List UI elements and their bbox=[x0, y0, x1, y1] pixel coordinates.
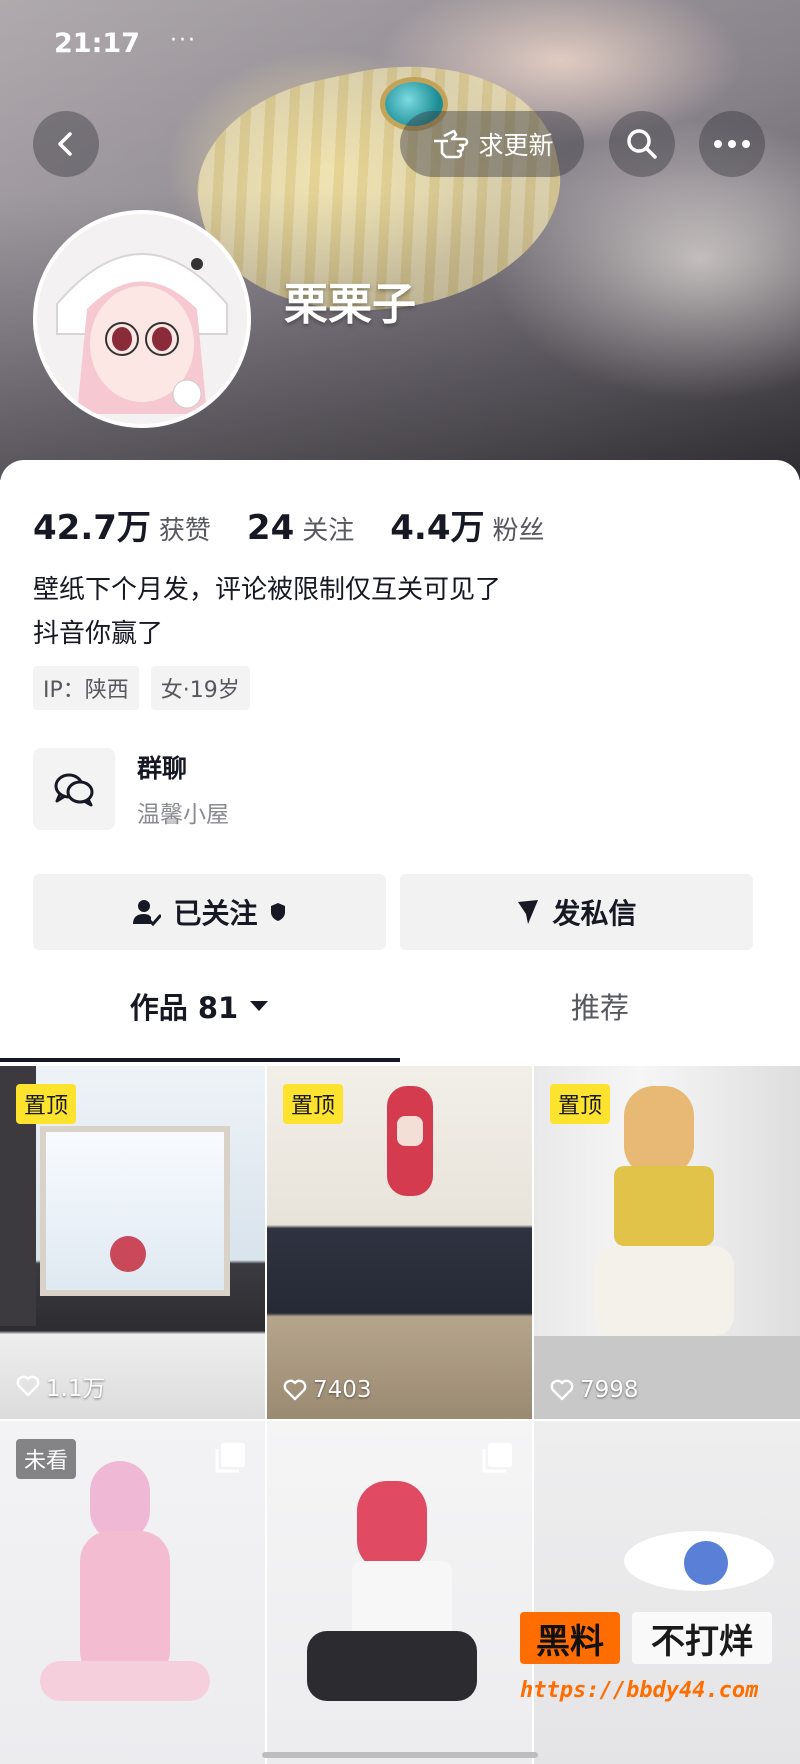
watermark-part2: 不打烊 bbox=[632, 1612, 772, 1664]
more-button[interactable] bbox=[699, 111, 765, 177]
likes-value: 7998 bbox=[580, 1377, 639, 1403]
tab-works[interactable]: 作品 81 bbox=[0, 965, 400, 1047]
chevron-left-icon bbox=[58, 132, 72, 156]
pinned-badge: 置顶 bbox=[550, 1084, 611, 1124]
ip-location-tag: IP：陕西 bbox=[33, 666, 139, 710]
tab-works-label: 作品 81 bbox=[129, 991, 239, 1025]
heart-icon bbox=[16, 1375, 40, 1397]
search-button[interactable] bbox=[609, 111, 675, 177]
likes-value: 7403 bbox=[313, 1377, 372, 1403]
request-update-button[interactable]: 求更新 bbox=[400, 111, 584, 177]
user-check-icon bbox=[133, 900, 162, 926]
back-button[interactable] bbox=[33, 111, 99, 177]
video-thumbnail[interactable]: 未看 bbox=[0, 1421, 265, 1764]
status-dots: ··· bbox=[170, 28, 197, 53]
home-indicator[interactable] bbox=[262, 1752, 538, 1758]
gender-age-tag: 女·19岁 bbox=[150, 666, 250, 710]
group-chat-title: 群聊 bbox=[137, 754, 188, 783]
active-tab-underline bbox=[0, 1058, 400, 1062]
send-message-button[interactable]: 发私信 bbox=[400, 874, 753, 950]
likes-value: 1.1万 bbox=[46, 1376, 106, 1402]
likes-count: 7403 bbox=[283, 1377, 372, 1403]
unseen-badge: 未看 bbox=[16, 1439, 77, 1479]
paper-plane-icon bbox=[518, 900, 539, 924]
followed-button[interactable]: 已关注 bbox=[33, 874, 386, 950]
avatar-illustration bbox=[37, 214, 247, 424]
video-thumbnail[interactable]: 置顶 1.1万 bbox=[0, 1066, 265, 1419]
stat-followers-value: 4.4万 bbox=[390, 508, 485, 548]
watermark: 黑料 不打烊 https://bbdy44.com bbox=[520, 1612, 775, 1732]
video-thumbnail[interactable]: 置顶 7998 bbox=[534, 1066, 800, 1419]
avatar[interactable] bbox=[33, 210, 251, 428]
group-chat-text: 群聊 温馨小屋 bbox=[137, 749, 229, 829]
request-update-label: 求更新 bbox=[478, 131, 554, 160]
group-chat-icon-box bbox=[33, 748, 115, 830]
status-time: 21:17 bbox=[54, 28, 140, 59]
stat-likes-value: 42.7万 bbox=[33, 508, 151, 548]
stat-followers-label: 粉丝 bbox=[492, 516, 545, 546]
watermark-url: https://bbdy44.com bbox=[520, 1678, 759, 1703]
bio-line-1: 壁纸下个月发，评论被限制仅互关可见了 bbox=[33, 575, 502, 605]
profile-tags: IP：陕西 女·19岁 bbox=[33, 666, 250, 710]
multi-image-icon bbox=[482, 1443, 512, 1473]
stat-following[interactable]: 24 关注 bbox=[247, 508, 354, 548]
likes-count: 7998 bbox=[550, 1377, 639, 1403]
stat-following-value: 24 bbox=[246, 508, 295, 548]
pinned-badge: 置顶 bbox=[16, 1084, 77, 1124]
heart-icon bbox=[550, 1379, 574, 1401]
video-thumbnail[interactable]: 置顶 7403 bbox=[267, 1066, 532, 1419]
group-chat-subtitle: 温馨小屋 bbox=[137, 802, 229, 828]
tab-recommend-label: 推荐 bbox=[570, 991, 629, 1025]
stat-likes: 42.7万 获赞 bbox=[33, 500, 211, 549]
likes-count: 1.1万 bbox=[16, 1369, 106, 1403]
action-row: 已关注 发私信 bbox=[33, 874, 753, 950]
stat-following-label: 关注 bbox=[302, 516, 355, 546]
multi-image-icon bbox=[215, 1443, 245, 1473]
bio: 壁纸下个月发，评论被限制仅互关可见了 抖音你赢了 bbox=[33, 568, 501, 656]
heart-icon bbox=[283, 1379, 307, 1401]
video-thumbnail[interactable] bbox=[267, 1421, 532, 1764]
group-chat-entry[interactable]: 群聊 温馨小屋 bbox=[33, 748, 229, 830]
bio-line-2: 抖音你赢了 bbox=[33, 619, 164, 649]
pointing-hand-icon bbox=[434, 129, 469, 159]
nickname: 栗栗子 bbox=[284, 279, 416, 330]
caret-down-icon bbox=[250, 1001, 269, 1011]
followed-label: 已关注 bbox=[173, 897, 258, 930]
pinned-badge: 置顶 bbox=[283, 1084, 344, 1124]
chat-bubbles-icon bbox=[54, 773, 94, 807]
shield-icon bbox=[270, 903, 285, 921]
tab-recommend[interactable]: 推荐 bbox=[400, 965, 800, 1047]
search-icon bbox=[627, 129, 657, 159]
send-message-label: 发私信 bbox=[552, 897, 637, 930]
stat-likes-label: 获赞 bbox=[158, 516, 211, 546]
content-tabs: 作品 81 推荐 bbox=[0, 965, 800, 1065]
stat-followers[interactable]: 4.4万 粉丝 bbox=[390, 500, 544, 549]
stats-row: 42.7万 获赞 24 关注 4.4万 粉丝 bbox=[33, 500, 581, 549]
watermark-part1: 黑料 bbox=[520, 1612, 620, 1664]
more-dots-icon bbox=[714, 140, 750, 148]
